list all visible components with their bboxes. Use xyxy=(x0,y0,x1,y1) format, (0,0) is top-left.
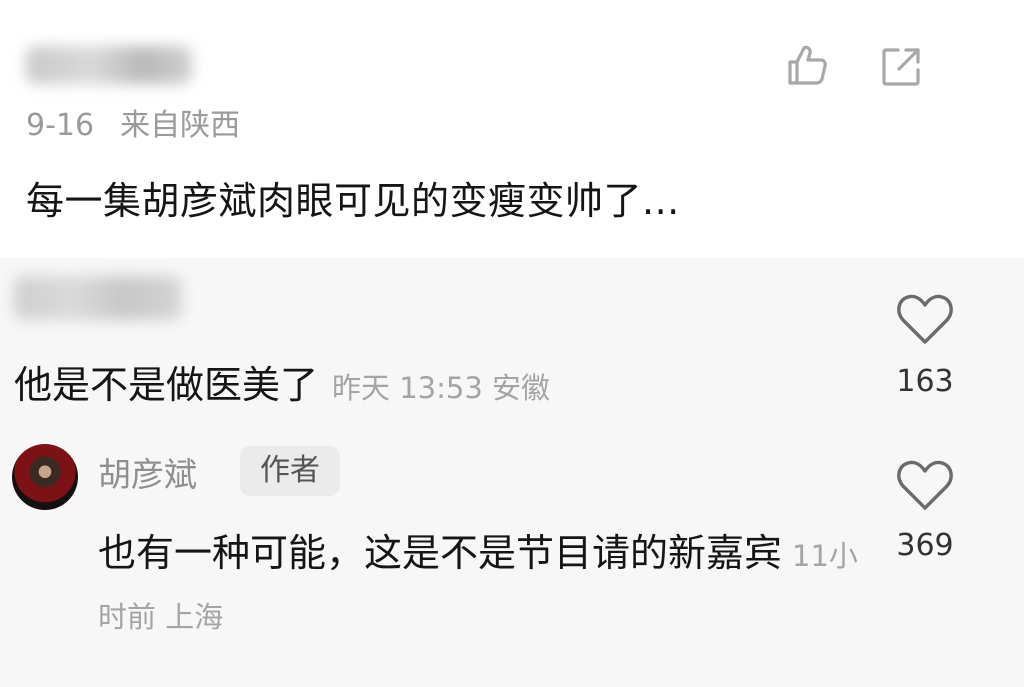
blurred-username xyxy=(26,46,192,84)
like-count: 369 xyxy=(896,528,954,563)
like-count: 163 xyxy=(896,364,954,399)
post-card: 9-16 来自陕西 每一集胡彦斌肉眼可见的变瘦变帅了... xyxy=(0,0,1024,258)
post-location: 来自陕西 xyxy=(120,108,241,143)
thumbs-up-icon[interactable] xyxy=(784,42,830,88)
heart-icon[interactable] xyxy=(895,292,955,346)
author-badge: 作者 xyxy=(240,446,340,496)
comment-text: 他是不是做医美了 xyxy=(14,363,319,407)
comment-meta: 昨天 13:53 安徽 xyxy=(332,371,551,405)
reply-body: 也有一种可能，这是不是节目请的新嘉宾 11小时前 上海 xyxy=(98,524,858,646)
post-meta: 9-16 来自陕西 xyxy=(26,100,240,144)
comment-body: 他是不是做医美了 昨天 13:53 安徽 xyxy=(14,354,550,409)
blurred-username xyxy=(14,276,182,320)
post-text: 每一集胡彦斌肉眼可见的变瘦变帅了... xyxy=(26,179,680,223)
comment-section: 他是不是做医美了 昨天 13:53 安徽 163 胡彦斌 作者 也有一种可能，这是… xyxy=(0,258,1024,687)
reply-author[interactable]: 胡彦斌 xyxy=(98,448,197,496)
share-icon[interactable] xyxy=(878,44,924,90)
reply-text: 也有一种可能，这是不是节目请的新嘉宾 xyxy=(98,531,783,575)
heart-icon[interactable] xyxy=(895,458,955,512)
post-date: 9-16 xyxy=(26,108,95,143)
avatar[interactable] xyxy=(12,444,78,510)
